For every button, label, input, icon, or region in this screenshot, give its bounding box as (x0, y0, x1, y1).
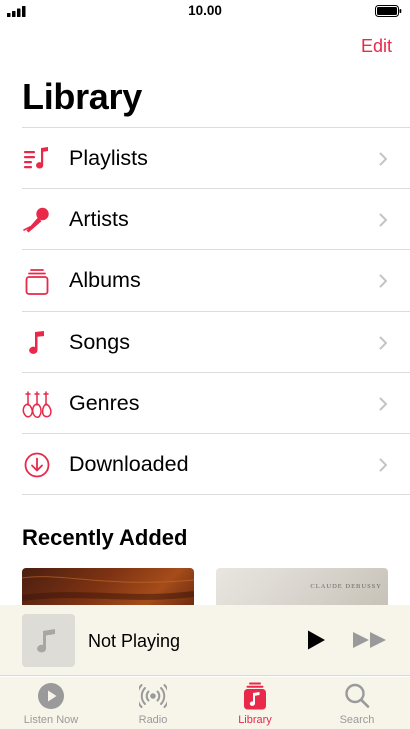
library-item-playlists[interactable]: Playlists (22, 128, 410, 190)
page-title: Library (22, 76, 142, 117)
library-item-label: Songs (69, 329, 130, 354)
chevron-right-icon (379, 336, 387, 350)
search-icon (345, 683, 370, 708)
album-cover-text: CLAUDE DEBUSSY (310, 583, 382, 590)
library-item-label: Downloaded (69, 451, 189, 476)
status-bar: 10.00 (0, 0, 410, 22)
chevron-right-icon (379, 274, 387, 288)
guitars-icon (22, 391, 52, 418)
status-time: 10.00 (188, 3, 222, 18)
tab-bar: Listen Now Radio Library Search (0, 677, 410, 729)
album-art-image (22, 576, 194, 601)
album-cover[interactable]: CLAUDE DEBUSSY (216, 568, 388, 608)
chevron-right-icon (379, 152, 387, 166)
tab-label: Library (238, 714, 272, 726)
now-playing-title: Not Playing (88, 631, 181, 651)
music-note-icon (29, 330, 44, 354)
battery-icon (375, 5, 402, 17)
tab-radio[interactable]: Radio (102, 677, 204, 729)
album-stack-icon (25, 269, 49, 296)
library-item-downloaded[interactable]: Downloaded (22, 434, 410, 496)
library-item-albums[interactable]: Albums (22, 250, 410, 312)
download-circle-icon (24, 452, 50, 478)
microphone-icon (23, 207, 49, 233)
fast-forward-icon[interactable] (352, 630, 388, 650)
album-cover[interactable] (22, 568, 194, 608)
tab-library[interactable]: Library (204, 677, 306, 729)
play-circle-icon (38, 683, 64, 709)
library-item-label: Albums (69, 268, 141, 293)
library-item-genres[interactable]: Genres (22, 373, 410, 434)
recently-added-title: Recently Added (22, 525, 188, 550)
now-playing-artwork (22, 614, 75, 667)
tab-label: Radio (138, 714, 168, 726)
tab-label: Search (339, 714, 375, 726)
chevron-right-icon (379, 213, 387, 227)
chevron-right-icon (379, 397, 387, 411)
tab-label: Listen Now (23, 714, 79, 726)
library-item-label: Playlists (69, 146, 148, 170)
library-list: Playlists Artists Albums Songs Genres Do… (22, 127, 410, 496)
edit-button[interactable]: Edit (361, 36, 392, 57)
library-item-artists[interactable]: Artists (22, 189, 410, 251)
library-item-label: Artists (69, 207, 129, 232)
playlists-icon (24, 147, 48, 169)
music-note-icon (37, 629, 55, 653)
play-icon[interactable] (305, 629, 327, 651)
tab-listen-now[interactable]: Listen Now (0, 677, 102, 729)
library-item-songs[interactable]: Songs (22, 312, 410, 373)
library-icon (244, 682, 266, 710)
tab-search[interactable]: Search (306, 677, 408, 729)
mini-player[interactable]: Not Playing (0, 605, 410, 676)
library-item-label: Genres (69, 390, 140, 415)
radio-waves-icon (139, 684, 167, 708)
chevron-right-icon (379, 458, 387, 472)
